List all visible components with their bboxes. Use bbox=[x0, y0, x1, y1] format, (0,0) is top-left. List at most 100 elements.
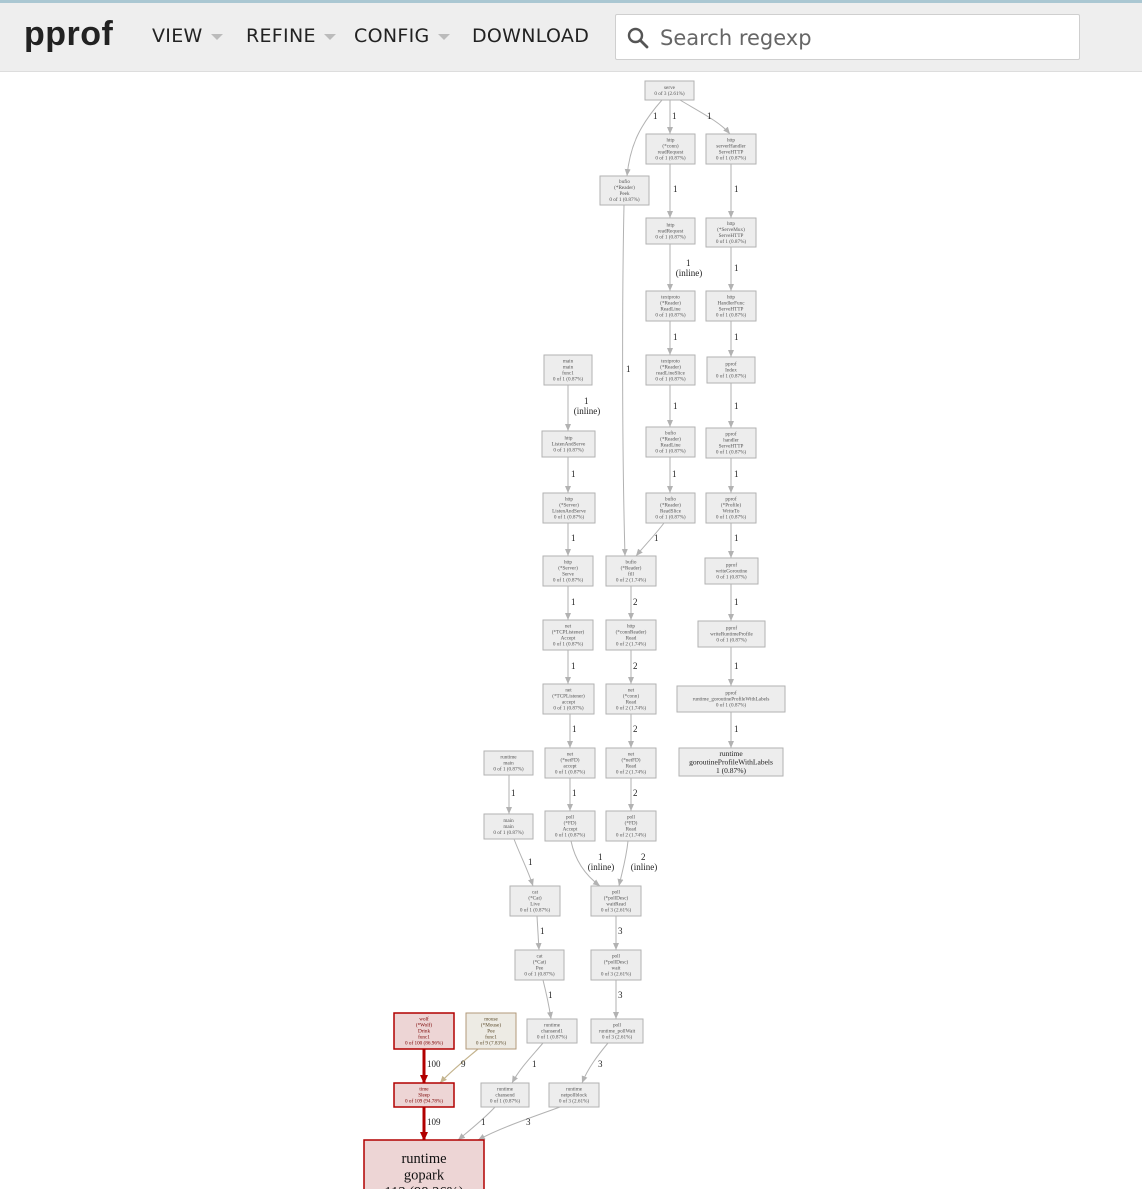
graph-node[interactable]: net(*TCPListener)accept0 of 1 (0.87%) bbox=[542, 683, 595, 715]
graph-edge[interactable]: 1 bbox=[728, 647, 739, 686]
graph-edge[interactable]: 1(inline) bbox=[667, 244, 702, 291]
graph-node[interactable]: wolf(*Wolf)Drinkfunc10 of 100 (86.96%) bbox=[393, 1012, 455, 1050]
graph-node[interactable]: serve0 of 3 (2.61%) bbox=[644, 80, 695, 101]
graph-node[interactable]: mainmain0 of 1 (0.87%) bbox=[483, 813, 534, 840]
search-input[interactable] bbox=[658, 15, 1072, 61]
graph-node[interactable]: mouse(*Mouse)Peefunc10 of 9 (7.83%) bbox=[465, 1012, 517, 1050]
node-label-line: (*netFD) bbox=[560, 757, 579, 764]
graph-edge[interactable]: 1 bbox=[635, 522, 665, 557]
graph-node[interactable]: cat(*Cat)Live0 of 1 (0.87%) bbox=[509, 885, 561, 917]
graph-node[interactable]: poll(*pollDesc)wait0 of 3 (2.61%) bbox=[590, 949, 642, 981]
graph-node[interactable]: bufio(*Reader)ReadSlice0 of 1 (0.87%) bbox=[645, 492, 696, 524]
graph-edge[interactable]: 1 bbox=[667, 385, 678, 427]
graph-edge[interactable]: 1 bbox=[535, 915, 545, 951]
graph-edge[interactable]: 1 bbox=[728, 712, 739, 748]
graph-edge[interactable]: 3 bbox=[613, 916, 623, 950]
graph-edge[interactable]: 1 bbox=[457, 1106, 496, 1141]
node-label-line: 0 of 1 (0.87%) bbox=[655, 155, 686, 162]
graph-node[interactable]: runtimechansend0 of 1 (0.87%) bbox=[480, 1082, 530, 1108]
graph-node[interactable]: runtimemain0 of 1 (0.87%) bbox=[483, 750, 534, 776]
edge-weight-label: 1 bbox=[673, 184, 678, 194]
edge-weight-label: 2 bbox=[633, 661, 638, 671]
graph-edge[interactable]: 1 bbox=[621, 204, 631, 557]
menu-config[interactable]: CONFIG bbox=[354, 25, 450, 47]
graph-node[interactable]: http(*ServeMux)ServeHTTP0 of 1 (0.87%) bbox=[705, 217, 757, 248]
graph-node[interactable]: pprofwriteGoroutine0 of 1 (0.87%) bbox=[704, 557, 759, 585]
graph-node[interactable]: bufio(*Reader)fill0 of 2 (1.74%) bbox=[605, 555, 657, 587]
graph-edge[interactable]: 1 bbox=[728, 584, 739, 621]
graph-node[interactable]: runtimechansend10 of 1 (0.87%) bbox=[526, 1018, 578, 1044]
graph-node[interactable]: net(*TCPListener)Accept0 of 1 (0.87%) bbox=[542, 619, 594, 651]
graph-edge[interactable]: 1 bbox=[567, 778, 577, 811]
graph-node[interactable]: httpHandlerFuncServeHTTP0 of 1 (0.87%) bbox=[705, 290, 757, 322]
graph-node[interactable]: poll(*pollDesc)waitRead0 of 3 (2.61%) bbox=[590, 885, 642, 917]
graph-edge[interactable]: 1 bbox=[728, 321, 739, 357]
graph-node[interactable]: pollruntime_pollWait0 of 3 (2.61%) bbox=[590, 1018, 644, 1044]
graph-node[interactable]: http(*conn)readRequest0 of 1 (0.87%) bbox=[645, 133, 696, 165]
graph-node[interactable]: timeSleep0 of 109 (94.78%) bbox=[393, 1082, 455, 1108]
graph-node[interactable]: pprofwriteRuntimeProfile0 of 1 (0.87%) bbox=[697, 620, 766, 648]
graph-node[interactable]: textproto(*Reader)readLineSlice0 of 1 (0… bbox=[645, 354, 696, 386]
call-graph[interactable]: 1 1 11 11(inline) 11 111(inline) 1 11 1 11 1 11 2 11 2… bbox=[0, 71, 1142, 1189]
graph-edge[interactable]: 1 bbox=[565, 523, 576, 556]
graph-edge[interactable]: 1(inline) bbox=[570, 840, 614, 887]
graph-node[interactable]: httpListenAndServe0 of 1 (0.87%) bbox=[541, 430, 596, 458]
graph-node[interactable]: httpserverHandlerServeHTTP0 of 1 (0.87%) bbox=[705, 133, 757, 165]
graph-edge[interactable]: 100 bbox=[420, 1049, 441, 1084]
graph-node[interactable]: bufio(*Reader)Peek0 of 1 (0.87%) bbox=[599, 175, 650, 206]
graph-edge[interactable]: 1 bbox=[728, 523, 739, 558]
graph-node[interactable]: cat(*Cat)Pee0 of 1 (0.87%) bbox=[514, 949, 565, 981]
graph-node[interactable]: net(*netFD)Read0 of 2 (1.74%) bbox=[605, 747, 657, 779]
graph-edge[interactable]: 2 bbox=[628, 778, 638, 811]
search-box[interactable] bbox=[615, 14, 1080, 61]
menu-view[interactable]: VIEW bbox=[152, 25, 223, 47]
graph-node[interactable]: pprofhandlerServeHTTP0 of 1 (0.87%) bbox=[705, 427, 757, 459]
graph-node[interactable]: pprof(*Profile)WriteTo0 of 1 (0.87%) bbox=[705, 492, 757, 524]
graph-edge[interactable]: 1 bbox=[728, 458, 739, 493]
graph-edge[interactable]: 1 bbox=[565, 650, 576, 684]
graph-edge[interactable]: 1 bbox=[679, 99, 731, 135]
graph-edge[interactable]: 1 bbox=[542, 979, 553, 1020]
graph-node[interactable]: poll(*FD)Accept0 of 1 (0.87%) bbox=[544, 810, 596, 842]
graph-node[interactable]: net(*netFD)accept0 of 1 (0.87%) bbox=[544, 747, 596, 779]
graph-node[interactable]: poll(*FD)Read0 of 2 (1.74%) bbox=[605, 810, 657, 842]
graph-edge[interactable]: 2(inline) bbox=[617, 840, 657, 887]
graph-edge[interactable]: 2 bbox=[628, 714, 638, 748]
graph-edge[interactable]: 9 bbox=[439, 1048, 479, 1084]
graph-edge[interactable]: 1 bbox=[506, 775, 516, 814]
graph-edge[interactable]: 1 bbox=[565, 586, 576, 620]
menu-download[interactable]: DOWNLOAD bbox=[472, 25, 589, 47]
graph-node[interactable]: mainmainfunc10 of 1 (0.87%) bbox=[543, 354, 593, 386]
graph-node[interactable]: net(*conn)Read0 of 2 (1.74%) bbox=[605, 683, 657, 715]
graph-edge[interactable]: 1 bbox=[511, 1042, 544, 1084]
graph-edge[interactable]: 2 bbox=[628, 650, 638, 684]
graph-edge[interactable]: 1 bbox=[667, 321, 678, 355]
menu-refine[interactable]: REFINE bbox=[246, 25, 336, 47]
graph-node[interactable]: http(*Server)Serve0 of 1 (0.87%) bbox=[542, 555, 594, 587]
graph-edge[interactable]: 1 bbox=[667, 100, 677, 134]
graph-edge[interactable]: 1 bbox=[728, 383, 739, 428]
graph-edge[interactable]: 1 bbox=[667, 164, 678, 218]
node-label-line: bufio bbox=[619, 178, 630, 185]
graph-edge[interactable]: 1 bbox=[565, 457, 576, 493]
graph-node[interactable]: pprofruntime_goroutineProfileWithLabels0… bbox=[676, 685, 786, 713]
graph-node[interactable]: textproto(*Reader)ReadLine0 of 1 (0.87%) bbox=[645, 290, 696, 322]
graph-edge[interactable]: 109 bbox=[420, 1107, 441, 1141]
graph-node[interactable]: httpreadRequest0 of 1 (0.87%) bbox=[645, 217, 696, 245]
graph-node[interactable]: runtimegopark113 (98.26%) bbox=[363, 1139, 485, 1189]
graph-edge[interactable]: 3 bbox=[581, 1042, 609, 1084]
graph-edge[interactable]: 1(inline) bbox=[565, 385, 600, 431]
graph-node[interactable]: runtimenetpollblock0 of 3 (2.61%) bbox=[548, 1082, 600, 1108]
graph-node[interactable]: http(*connReader)Read0 of 2 (1.74%) bbox=[605, 619, 657, 651]
graph-edge[interactable]: 2 bbox=[628, 586, 638, 620]
graph-node[interactable]: http(*Server)ListenAndServe0 of 1 (0.87%… bbox=[542, 492, 596, 524]
graph-edge[interactable]: 1 bbox=[513, 838, 534, 887]
graph-edge[interactable]: 1 bbox=[728, 247, 739, 291]
graph-edge[interactable]: 1 bbox=[667, 457, 677, 493]
graph-node[interactable]: pprofIndex0 of 1 (0.87%) bbox=[706, 356, 756, 384]
graph-node[interactable]: bufio(*Reader)ReadLine0 of 1 (0.87%) bbox=[645, 426, 696, 458]
graph-edge[interactable]: 1 bbox=[728, 164, 739, 218]
graph-node[interactable]: runtimegoroutineProfileWithLabels1 (0.87… bbox=[678, 747, 784, 777]
graph-edge[interactable]: 3 bbox=[613, 980, 623, 1019]
graph-edge[interactable]: 1 bbox=[567, 714, 577, 748]
